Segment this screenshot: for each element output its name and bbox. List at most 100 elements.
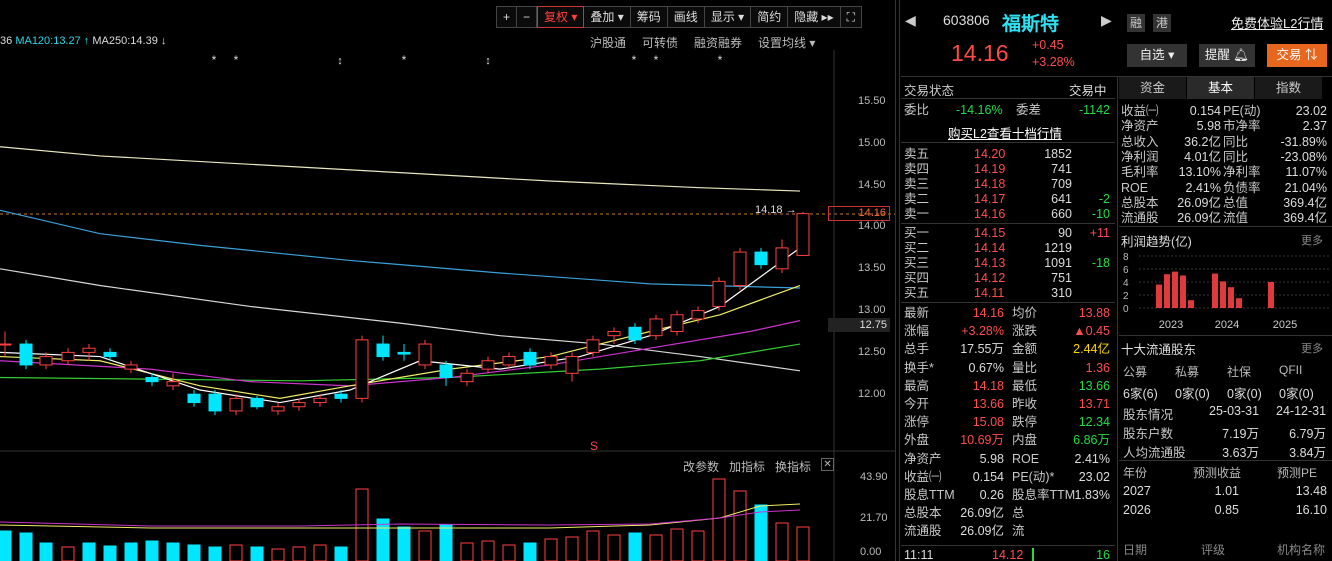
watchlist-button[interactable]: 自选 ▾ <box>1127 44 1187 67</box>
link-ma-settings[interactable]: 设置均线 ▾ <box>758 34 815 51</box>
candle-body <box>292 402 306 408</box>
profit-bar <box>1236 298 1242 308</box>
candle-body <box>103 351 117 358</box>
book-row: 买一 14.15 90 +11 <box>904 226 1114 241</box>
draw-line-button[interactable]: 画线 <box>667 6 705 28</box>
tab-basic[interactable]: 基本 <box>1187 77 1255 99</box>
fund-tabs: 资金 基本 指数 <box>1119 77 1323 99</box>
tab-index[interactable]: 指数 <box>1255 77 1323 99</box>
candle-body <box>271 406 285 412</box>
volume-bar <box>439 524 453 561</box>
profit-year: 2023 <box>1159 319 1183 331</box>
candle-body <box>19 343 33 366</box>
overlay-button[interactable]: 叠加 ▾ <box>584 6 631 28</box>
display-button[interactable]: 显示 ▾ <box>704 6 752 28</box>
candle-body <box>397 351 411 355</box>
holders-more-link[interactable]: 更多 <box>1301 340 1323 356</box>
stock-name: 福斯特 <box>1002 14 1060 35</box>
candle-body <box>712 280 726 307</box>
zoom-in-button[interactable]: + <box>496 6 518 28</box>
fund-row: 毛利率 13.10% 净利率 11.07% <box>1121 165 1331 180</box>
holder-row-value: 7.19万 <box>1222 427 1259 441</box>
fund-value: 23.02 <box>1295 104 1327 118</box>
candle-body <box>775 247 789 270</box>
holder-row-value: 24-12-31 <box>1276 404 1327 418</box>
volume-bar <box>82 542 96 561</box>
volume-bar <box>775 522 789 561</box>
vol-ma10 <box>0 509 801 527</box>
book-price: 14.14 <box>974 241 1006 255</box>
holder-row-value: 3.63万 <box>1222 446 1259 460</box>
book-volume: 641 <box>1051 192 1072 206</box>
book-volume: 709 <box>1051 177 1072 191</box>
candle-body <box>313 397 327 404</box>
price-axis-label: 12.00 <box>858 387 886 400</box>
book-volume: 751 <box>1051 271 1072 285</box>
edit-params-link[interactable]: 改参数 <box>683 458 719 475</box>
candle-body <box>733 251 747 287</box>
link-margin[interactable]: 融资融券 <box>694 34 742 51</box>
volume-bar <box>250 546 264 561</box>
volume-bar <box>649 534 663 561</box>
price-axis-label: 14.00 <box>858 220 886 233</box>
volume-bar <box>229 544 243 561</box>
fund-label: 总值 <box>1223 195 1249 210</box>
book-row: 卖三 14.18 709 <box>904 177 1114 192</box>
quote-value: 1.83% <box>1074 488 1110 502</box>
kline-chart[interactable]: * * * * * * ↕ ↕ S <box>0 50 895 561</box>
price-axis-label: 13.50 <box>858 262 886 275</box>
quote-value: 0.67% <box>968 360 1004 375</box>
adjust-button[interactable]: 复权 ▾ <box>537 6 585 28</box>
forecast-col: 年份 <box>1123 466 1148 480</box>
fullscreen-icon[interactable]: ⛶ <box>840 6 863 28</box>
tab-fund[interactable]: 资金 <box>1119 77 1187 99</box>
volume-bar <box>19 532 33 561</box>
book-price: 14.16 <box>974 207 1006 221</box>
trade-button[interactable]: 交易 ⇅ <box>1267 44 1327 67</box>
zoom-out-button[interactable]: − <box>517 6 538 28</box>
book-delta: +11 <box>1089 226 1110 240</box>
volume-bar <box>61 546 75 561</box>
quote-label: 最新 <box>904 306 930 320</box>
profit-more-link[interactable]: 更多 <box>1301 232 1323 248</box>
book-delta: -10 <box>1091 207 1110 221</box>
quote-label: 涨停 <box>904 415 930 430</box>
book-level-name: 买一 <box>904 226 930 240</box>
volume-bar <box>334 546 348 561</box>
volume-bar <box>670 528 684 561</box>
holder-row-value: 6.79万 <box>1289 427 1326 441</box>
prev-stock-icon[interactable]: ◀ <box>905 12 916 29</box>
book-row: 买二 14.14 1219 <box>904 241 1114 256</box>
switch-indicator-link[interactable]: 换指标 <box>775 458 811 475</box>
book-price: 14.18 <box>974 177 1006 191</box>
link-bond[interactable]: 可转债 <box>642 34 678 51</box>
candle-body <box>0 343 12 346</box>
book-row: 卖四 14.19 741 <box>904 162 1114 177</box>
alert-button[interactable]: 提醒 🔔︎ <box>1199 44 1255 67</box>
quote-value: 17.55万 <box>960 342 1004 357</box>
quote-label: 总手 <box>904 342 930 357</box>
price-axis-label: 15.00 <box>858 136 886 149</box>
volume-bar <box>103 545 117 561</box>
quote-value: 13.66 <box>972 397 1004 411</box>
close-icon[interactable]: ✕ <box>821 458 835 471</box>
book-volume: 90 <box>1058 226 1072 240</box>
simple-button[interactable]: 简约 <box>751 6 789 28</box>
add-indicator-link[interactable]: 加指标 <box>729 458 765 475</box>
quote-value: 23.02 <box>1078 469 1110 484</box>
buy-l2-link[interactable]: 购买L2查看十档行情 <box>948 123 1062 142</box>
chips-button[interactable]: 筹码 <box>630 6 668 28</box>
fund-label: 市净率 <box>1223 119 1261 134</box>
volume-bar <box>607 534 621 561</box>
next-stock-icon[interactable]: ▶ <box>1101 12 1112 29</box>
holder-val: 0家(0) <box>1227 387 1262 401</box>
candle-body <box>187 393 201 404</box>
l2-trial-link[interactable]: 免费体验L2行情 <box>1231 13 1323 32</box>
profit-bar <box>1188 300 1194 308</box>
price-axis-label: 13.00 <box>858 304 886 316</box>
high-label: 14.18 → <box>755 204 797 216</box>
link-hgt[interactable]: 沪股通 <box>590 34 626 51</box>
fund-value: 13.10% <box>1178 165 1221 180</box>
hide-button[interactable]: 隐藏 ▸▸ <box>788 6 841 28</box>
book-row: 买五 14.11 310 <box>904 286 1114 301</box>
